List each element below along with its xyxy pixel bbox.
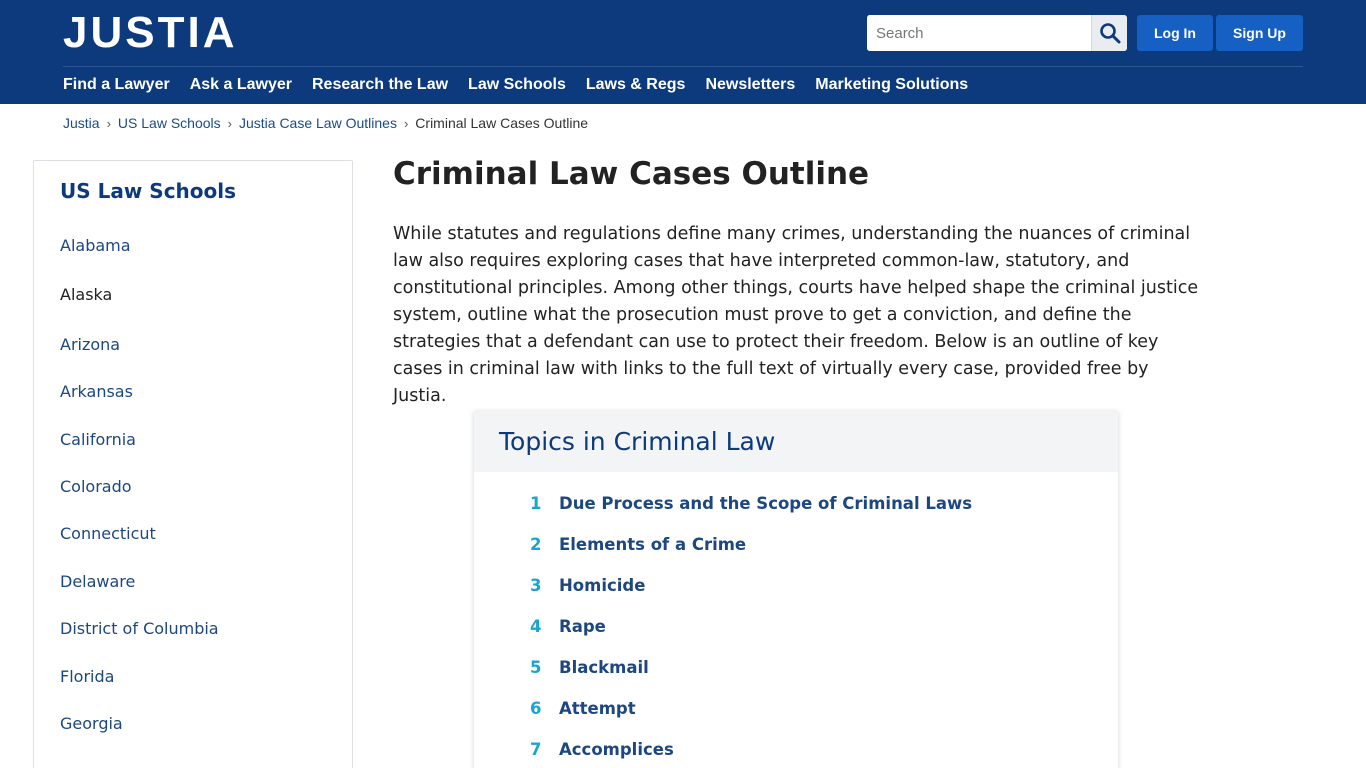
breadcrumb-justia[interactable]: Justia	[63, 115, 100, 131]
sidebar-item-district-of-columbia[interactable]: District of Columbia	[60, 619, 219, 638]
sidebar-item-colorado[interactable]: Colorado	[60, 477, 132, 496]
topic-number: 4	[530, 617, 542, 636]
sidebar-item-california[interactable]: California	[60, 430, 136, 449]
topic-item[interactable]: 7 Accomplices	[530, 740, 674, 759]
topic-item[interactable]: 1 Due Process and the Scope of Criminal …	[530, 494, 972, 513]
topic-link[interactable]: Blackmail	[559, 658, 649, 677]
topic-link[interactable]: Attempt	[559, 699, 636, 718]
intro-paragraph: While statutes and regulations define ma…	[393, 224, 1199, 406]
nav-find-a-lawyer[interactable]: Find a Lawyer	[63, 74, 170, 96]
nav-laws-regs[interactable]: Laws & Regs	[586, 74, 686, 96]
nav-ask-a-lawyer[interactable]: Ask a Lawyer	[190, 74, 292, 96]
topic-item[interactable]: 2 Elements of a Crime	[530, 535, 746, 554]
search-icon	[1099, 23, 1120, 44]
breadcrumb-case-law-outlines[interactable]: Justia Case Law Outlines	[239, 115, 397, 131]
topics-header: Topics in Criminal Law	[474, 411, 1118, 472]
sidebar-item-alaska[interactable]: Alaska	[60, 285, 112, 304]
topic-link[interactable]: Due Process and the Scope of Criminal La…	[559, 494, 972, 513]
site-header: JUSTIA Log In Sign Up Find a Lawyer Ask …	[0, 0, 1366, 104]
breadcrumb-us-law-schools[interactable]: US Law Schools	[118, 115, 221, 131]
page-title: Criminal Law Cases Outline	[393, 156, 870, 192]
sidebar-title[interactable]: US Law Schools	[60, 179, 236, 203]
topic-link[interactable]: Rape	[559, 617, 606, 636]
topic-number: 5	[530, 658, 542, 677]
topic-number: 7	[530, 740, 542, 759]
nav-law-schools[interactable]: Law Schools	[468, 74, 566, 96]
signup-button[interactable]: Sign Up	[1216, 15, 1303, 51]
topic-link[interactable]: Homicide	[559, 576, 645, 595]
topics-card: Topics in Criminal Law 1 Due Process and…	[474, 411, 1118, 768]
nav-divider	[63, 66, 1303, 67]
justia-logo[interactable]: JUSTIA	[63, 10, 237, 56]
nav-marketing-solutions[interactable]: Marketing Solutions	[815, 74, 968, 96]
login-button[interactable]: Log In	[1137, 15, 1213, 51]
topic-item[interactable]: 3 Homicide	[530, 576, 645, 595]
topic-number: 2	[530, 535, 542, 554]
nav-newsletters[interactable]: Newsletters	[705, 74, 795, 96]
search-button[interactable]	[1091, 15, 1127, 51]
main-nav: Find a Lawyer Ask a Lawyer Research the …	[63, 74, 988, 96]
topics-heading: Topics in Criminal Law	[499, 427, 776, 456]
search-box	[867, 15, 1127, 51]
breadcrumb: Justia › US Law Schools › Justia Case La…	[63, 115, 588, 131]
sidebar-item-alabama[interactable]: Alabama	[60, 236, 131, 255]
topic-link[interactable]: Elements of a Crime	[559, 535, 746, 554]
sidebar-item-arkansas[interactable]: Arkansas	[60, 382, 133, 401]
sidebar-item-arizona[interactable]: Arizona	[60, 335, 120, 354]
chevron-right-icon: ›	[106, 115, 111, 131]
sidebar-item-connecticut[interactable]: Connecticut	[60, 524, 156, 543]
topic-item[interactable]: 4 Rape	[530, 617, 606, 636]
chevron-right-icon: ›	[403, 115, 409, 131]
topic-item[interactable]: 6 Attempt	[530, 699, 636, 718]
sidebar-item-delaware[interactable]: Delaware	[60, 572, 135, 591]
topic-number: 3	[530, 576, 542, 595]
sidebar-item-florida[interactable]: Florida	[60, 667, 114, 686]
topic-number: 1	[530, 494, 542, 513]
breadcrumb-current: Criminal Law Cases Outline	[415, 115, 589, 131]
search-input[interactable]	[867, 15, 1091, 51]
chevron-right-icon: ›	[227, 115, 232, 131]
sidebar: US Law Schools Alabama Alaska Arizona Ar…	[33, 160, 353, 768]
nav-research-the-law[interactable]: Research the Law	[312, 74, 448, 96]
sidebar-item-georgia[interactable]: Georgia	[60, 714, 123, 733]
topic-item[interactable]: 5 Blackmail	[530, 658, 649, 677]
topic-number: 6	[530, 699, 542, 718]
topic-link[interactable]: Accomplices	[559, 740, 674, 759]
